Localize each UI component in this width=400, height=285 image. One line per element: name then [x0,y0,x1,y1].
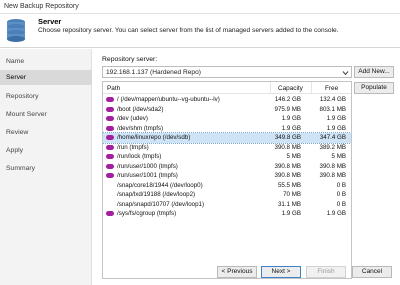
capacity-cell: 31.1 MB [277,200,301,208]
table-row[interactable]: /dev/shm (tmpfs) 1.9 GB 1.9 GB [103,124,351,134]
capacity-cell: 1.9 GB [281,115,301,122]
main-panel: Repository server: 192.168.1.137 (Harden… [92,49,400,285]
column-capacity[interactable]: Capacity [278,85,303,92]
populate-button[interactable]: Populate [354,82,394,94]
free-cell: 5 MB [331,153,346,160]
table-header: Path Capacity Free [103,82,351,94]
free-cell: 0 B [336,181,346,189]
capacity-cell: 975.9 MB [274,105,301,113]
disk-icon [106,163,114,169]
next-button[interactable]: Next > [261,266,301,278]
free-cell: 132.4 GB [319,96,346,103]
path-cell: /sys/fs/cgroup (tmpfs) [117,210,177,217]
step-name[interactable]: Name [0,54,92,69]
disk-icon [106,125,114,131]
table-row[interactable]: /boot (/dev/sda2) 975.9 MB 803.1 MB [103,105,351,115]
free-cell: 347.4 GB [319,134,346,141]
path-cell: /run/user/1001 (tmpfs) [117,172,178,179]
free-cell: 1.9 GB [326,115,346,122]
add-new-button[interactable]: Add New... [354,66,394,78]
path-cell: /snap/snapd/10707 (/dev/loop1) [117,200,205,208]
page-description: Choose repository server. You can select… [38,27,339,34]
disk-icon [106,116,114,121]
path-cell: /run (tmpfs) [117,143,149,151]
column-path[interactable]: Path [107,85,120,92]
free-cell: 1.9 GB [326,124,346,132]
table-row[interactable]: /snap/lxd/19188 (/dev/loop2) 70 MB 0 B [103,190,351,200]
finish-button[interactable]: Finish [306,266,346,278]
table-row[interactable]: /snap/core18/1944 (/dev/loop0) 55.5 MB 0 B [103,181,351,191]
free-cell: 0 B [336,200,346,208]
free-cell: 0 B [336,191,346,198]
capacity-cell: 390.8 MB [274,143,301,151]
step-server[interactable]: Server [0,70,92,85]
path-cell: /snap/core18/1944 (/dev/loop0) [117,181,203,189]
column-divider [311,82,312,94]
free-cell: 390.8 MB [319,162,346,170]
free-cell: 389.2 MB [319,143,346,151]
disk-icon [106,154,114,159]
window-titlebar: New Backup Repository [0,0,400,14]
table-row[interactable]: /sys/fs/cgroup (tmpfs) 1.9 GB 1.9 GB [103,209,351,219]
wizard-header: Server Choose repository server. You can… [0,14,400,48]
cancel-button[interactable]: Cancel [352,266,392,278]
path-cell: /run/lock (tmpfs) [117,153,162,160]
column-free[interactable]: Free [325,85,338,92]
capacity-cell: 390.8 MB [274,172,301,179]
table-row[interactable]: / (/dev/mapper/ubuntu--vg-ubuntu--lv) 146… [103,95,351,105]
path-cell: /boot (/dev/sda2) [117,105,164,113]
capacity-cell: 5 MB [286,153,301,160]
repository-server-select[interactable]: 192.168.1.137 (Hardened Repo) [102,66,352,78]
table-row[interactable]: /run (tmpfs) 390.8 MB 389.2 MB [103,143,351,153]
path-cell: / (/dev/mapper/ubuntu--vg-ubuntu--lv) [117,96,220,103]
paths-table: Path Capacity Free / (/dev/mapper/ubuntu… [102,81,352,279]
free-cell: 390.8 MB [319,172,346,179]
free-cell: 803.1 MB [319,105,346,113]
disk-icon [106,106,114,112]
capacity-cell: 70 MB [283,191,301,198]
disk-icon [106,144,114,150]
capacity-cell: 349.8 GB [274,134,301,141]
table-row[interactable]: /home/linuxrepo (/dev/sdb) 349.8 GB 347.4 … [103,132,351,144]
window-title: New Backup Repository [4,3,79,10]
disk-icon [106,173,114,178]
repository-server-label: Repository server: [102,56,158,63]
step-mount-server[interactable]: Mount Server [0,107,92,122]
repository-server-value: 192.168.1.137 (Hardened Repo) [106,69,201,76]
step-summary[interactable]: Summary [0,161,92,176]
previous-button[interactable]: < Previous [217,266,257,278]
database-icon [7,19,25,42]
step-review[interactable]: Review [0,125,92,140]
capacity-cell: 146.2 GB [274,96,301,103]
table-row[interactable]: /dev (udev) 1.9 GB 1.9 GB [103,114,351,124]
step-apply[interactable]: Apply [0,143,92,158]
path-cell: /snap/lxd/19188 (/dev/loop2) [117,191,196,198]
column-divider [270,82,271,94]
table-row[interactable]: /run/user/1000 (tmpfs) 390.8 MB 390.8 MB [103,162,351,172]
chevron-down-icon [342,71,349,76]
path-cell: /dev (udev) [117,115,148,122]
path-cell: /dev/shm (tmpfs) [117,124,164,132]
disk-icon [106,211,114,216]
wizard-steps-sidebar: Name Server Repository Mount Server Revi… [0,49,92,285]
page-title: Server [38,17,62,26]
table-row[interactable]: /run/user/1001 (tmpfs) 390.8 MB 390.8 MB [103,171,351,181]
path-cell: /home/linuxrepo (/dev/sdb) [117,134,191,141]
capacity-cell: 1.9 GB [281,124,301,132]
capacity-cell: 390.8 MB [274,162,301,170]
disk-icon [106,97,114,102]
step-repository[interactable]: Repository [0,89,92,104]
free-cell: 1.9 GB [326,210,346,217]
capacity-cell: 1.9 GB [281,210,301,217]
path-cell: /run/user/1000 (tmpfs) [117,162,178,170]
table-row[interactable]: /run/lock (tmpfs) 5 MB 5 MB [103,152,351,162]
disk-icon [106,135,114,140]
table-row[interactable]: /snap/snapd/10707 (/dev/loop1) 31.1 MB 0 B [103,200,351,210]
capacity-cell: 55.5 MB [277,181,301,189]
